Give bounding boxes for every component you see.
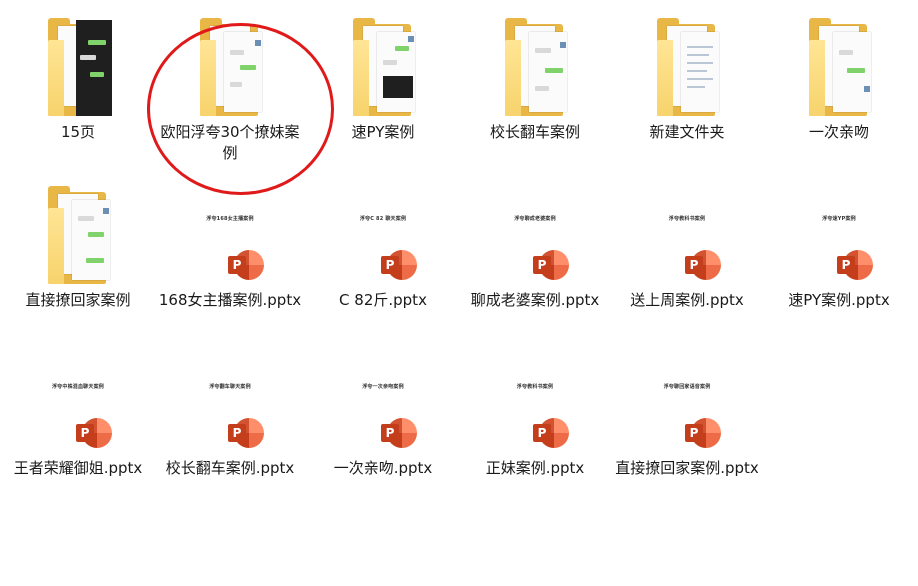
pptx-file-item[interactable]: 浮夸中株混血聊天案例 P 王者荣耀御姐.pptx xyxy=(3,346,153,511)
folder-label: 校长翻车案例 xyxy=(489,123,580,141)
file-label: 直接撩回家案例.pptx xyxy=(615,459,759,477)
pptx-thumbnail: 浮夸教科书案例 P xyxy=(485,346,585,456)
powerpoint-icon: P xyxy=(381,418,417,448)
folder-icon xyxy=(28,178,128,288)
pptx-file-item[interactable]: 浮夸C 82 聊天案例 P C 82斤.pptx xyxy=(308,178,458,343)
folder-item[interactable]: 新建文件夹 xyxy=(612,10,762,175)
folder-icon xyxy=(637,10,737,120)
folder-label: 新建文件夹 xyxy=(649,123,725,141)
folder-icon xyxy=(180,10,280,120)
pptx-file-item[interactable]: 浮夸教科书案例 P 正妹案例.pptx xyxy=(460,346,610,511)
pptx-file-item[interactable]: 浮夸168女主播案例 P 168女主播案例.pptx xyxy=(155,178,305,343)
pptx-thumbnail: 浮夸中株混血聊天案例 P xyxy=(28,346,128,456)
slide-title: 浮夸翻车聊天案例 xyxy=(209,384,251,390)
powerpoint-icon: P xyxy=(533,250,569,280)
pptx-thumbnail: 浮夸聊成老婆案例 P xyxy=(485,178,585,288)
pptx-thumbnail: 浮夸一次亲吻案例 P xyxy=(333,346,433,456)
folder-item[interactable]: 校长翻车案例 xyxy=(460,10,610,175)
file-label: 校长翻车案例.pptx xyxy=(165,459,295,477)
pptx-file-item[interactable]: 浮夸聊回家语音案例 P 直接撩回家案例.pptx xyxy=(612,346,762,511)
powerpoint-icon: P xyxy=(685,250,721,280)
file-label: 一次亲吻.pptx xyxy=(333,459,433,477)
pptx-thumbnail: 浮夸C 82 聊天案例 P xyxy=(333,178,433,288)
folder-label: 直接撩回家案例 xyxy=(25,291,131,309)
powerpoint-icon: P xyxy=(228,418,264,448)
folder-item[interactable]: 直接撩回家案例 xyxy=(3,178,153,343)
pptx-file-item[interactable]: 浮夸一次亲吻案例 P 一次亲吻.pptx xyxy=(308,346,458,511)
slide-title: 浮夸中株混血聊天案例 xyxy=(51,384,104,390)
powerpoint-icon: P xyxy=(228,250,264,280)
pptx-file-item[interactable]: 浮夸聊成老婆案例 P 聊成老婆案例.pptx xyxy=(460,178,610,343)
file-grid: 15页 欧阳浮夸30个撩妹案例 速PY案例 校长翻车案例 新建文件夹 一次亲吻 … xyxy=(0,0,918,586)
pptx-file-item[interactable]: 浮夸教科书案例 P 送上周案例.pptx xyxy=(612,178,762,343)
powerpoint-icon: P xyxy=(533,418,569,448)
pptx-thumbnail: 浮夸翻车聊天案例 P xyxy=(180,346,280,456)
slide-title: 浮夸一次亲吻案例 xyxy=(362,384,404,390)
folder-icon xyxy=(333,10,433,120)
pptx-file-item[interactable]: 浮夸翻车聊天案例 P 校长翻车案例.pptx xyxy=(155,346,305,511)
folder-item[interactable]: 15页 xyxy=(3,10,153,175)
folder-icon xyxy=(485,10,585,120)
pptx-thumbnail: 浮夸教科书案例 P xyxy=(637,178,737,288)
file-label: 王者荣耀御姐.pptx xyxy=(13,459,143,477)
folder-icon xyxy=(28,10,128,120)
folder-label: 一次亲吻 xyxy=(808,123,869,141)
pptx-thumbnail: 浮夸速YP案例 P xyxy=(789,178,889,288)
pptx-file-item[interactable]: 浮夸速YP案例 P 速PY案例.pptx xyxy=(764,178,914,343)
slide-title: 浮夸聊回家语音案例 xyxy=(663,384,711,390)
folder-icon xyxy=(789,10,889,120)
file-label: 168女主播案例.pptx xyxy=(158,291,302,309)
powerpoint-icon: P xyxy=(837,250,873,280)
folder-label: 速PY案例 xyxy=(351,123,415,141)
file-label: 聊成老婆案例.pptx xyxy=(470,291,600,309)
pptx-thumbnail: 浮夸聊回家语音案例 P xyxy=(637,346,737,456)
slide-title: 浮夸速YP案例 xyxy=(822,216,856,222)
slide-title: 浮夸教科书案例 xyxy=(516,384,554,390)
folder-item[interactable]: 一次亲吻 xyxy=(764,10,914,175)
slide-title: 浮夸聊成老婆案例 xyxy=(514,216,556,222)
pptx-thumbnail: 浮夸168女主播案例 P xyxy=(180,178,280,288)
powerpoint-icon: P xyxy=(76,418,112,448)
file-label: 正妹案例.pptx xyxy=(485,459,585,477)
folder-label: 欧阳浮夸30个撩妹案例 xyxy=(160,123,300,162)
slide-title: 浮夸C 82 聊天案例 xyxy=(359,216,407,222)
powerpoint-icon: P xyxy=(381,250,417,280)
slide-title: 浮夸教科书案例 xyxy=(668,216,706,222)
folder-label: 15页 xyxy=(60,123,96,141)
file-label: C 82斤.pptx xyxy=(339,291,427,309)
folder-item[interactable]: 欧阳浮夸30个撩妹案例 xyxy=(155,10,305,175)
folder-item[interactable]: 速PY案例 xyxy=(308,10,458,175)
file-label: 速PY案例.pptx xyxy=(788,291,890,309)
file-label: 送上周案例.pptx xyxy=(630,291,744,309)
powerpoint-icon: P xyxy=(685,418,721,448)
slide-title: 浮夸168女主播案例 xyxy=(206,216,254,222)
